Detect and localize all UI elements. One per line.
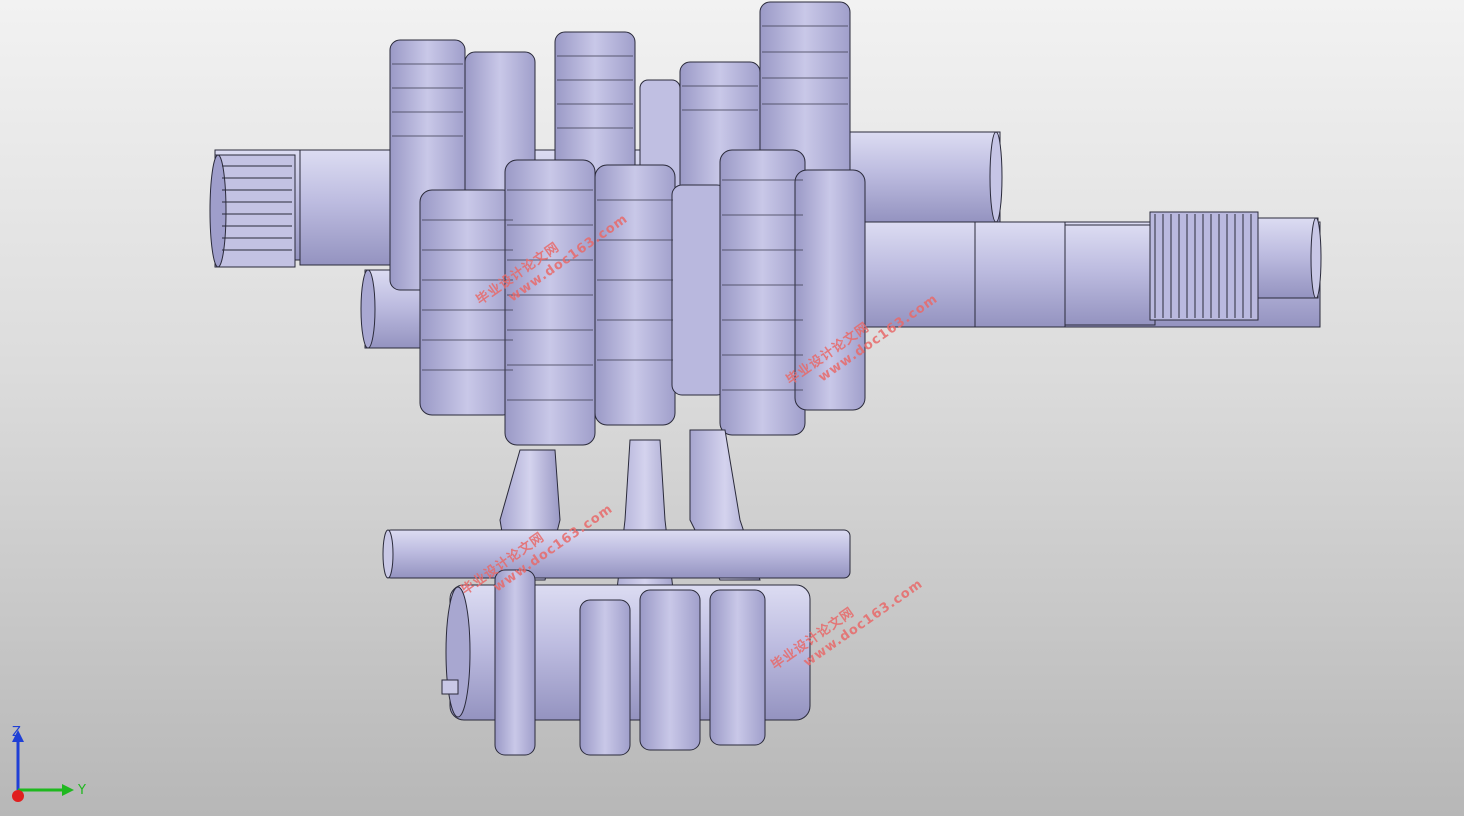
y-axis-arrow-icon: [62, 784, 74, 796]
y-axis-label: Y: [77, 783, 86, 798]
x-axis-icon: [12, 790, 24, 802]
gearbox-model[interactable]: 毕业设计论文网 www.doc163.com 毕业设计论文网 www.doc16…: [0, 0, 1464, 816]
cad-viewport[interactable]: 毕业设计论文网 www.doc163.com 毕业设计论文网 www.doc16…: [0, 0, 1464, 816]
right-spline: [1149, 211, 1259, 321]
axis-triad: Z Y: [12, 725, 86, 802]
shift-drum[interactable]: [441, 569, 811, 756]
watermark-url-4: www.doc163.com: [801, 576, 926, 670]
left-spline: [209, 154, 296, 268]
z-axis-label: Z: [12, 725, 21, 740]
fork-rail[interactable]: [382, 529, 851, 579]
